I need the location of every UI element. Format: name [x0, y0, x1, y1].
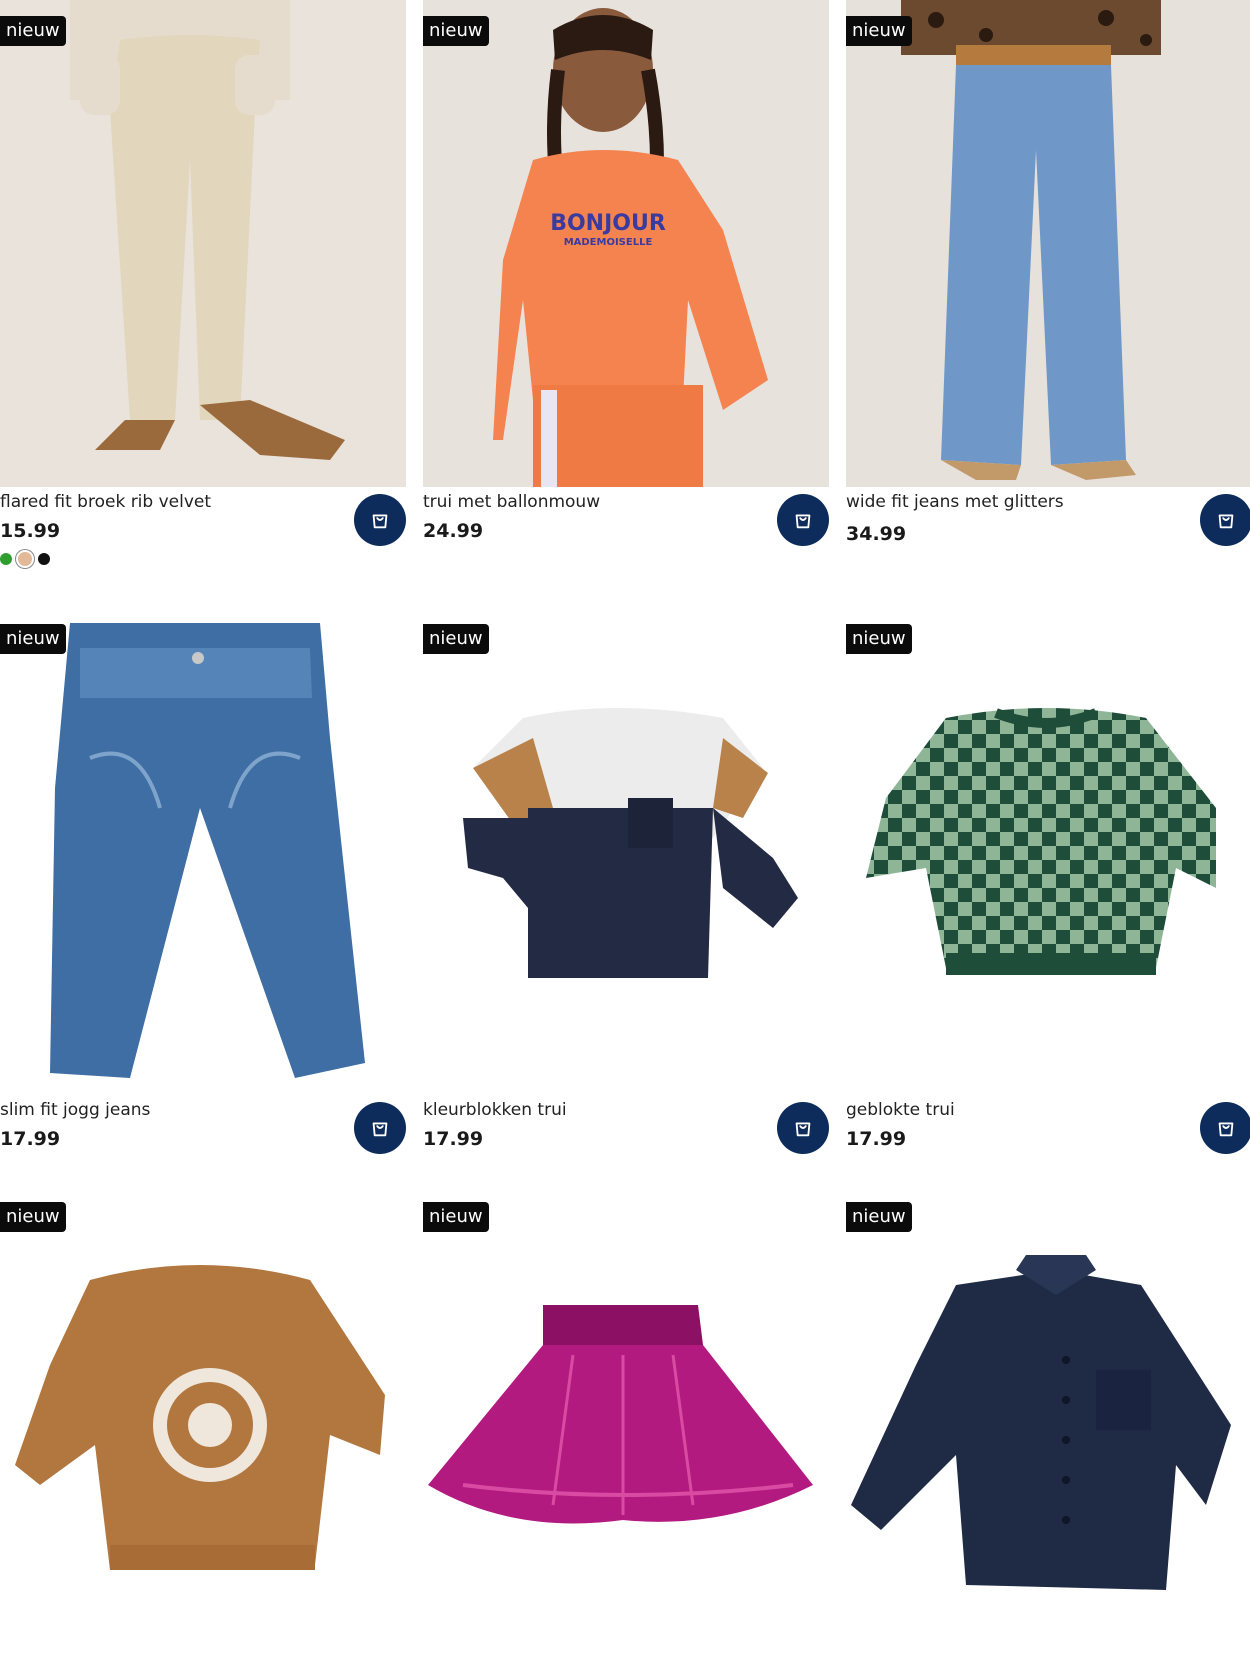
- new-badge: nieuw: [0, 624, 66, 654]
- product-image[interactable]: BONJOUR MADEMOISELLE nieuw: [423, 0, 829, 487]
- product-image[interactable]: nieuw: [846, 1185, 1250, 1665]
- product-image[interactable]: nieuw: [0, 1185, 406, 1665]
- product-image[interactable]: nieuw: [846, 0, 1250, 487]
- product-name[interactable]: flared fit broek rib velvet: [0, 491, 211, 513]
- product-price: 17.99: [0, 1128, 61, 1150]
- product-price: 24.99: [423, 520, 484, 542]
- color-swatches: [0, 552, 50, 566]
- new-badge: nieuw: [423, 624, 489, 654]
- product-image[interactable]: nieuw: [423, 608, 829, 1095]
- product-price: 17.99: [423, 1128, 484, 1150]
- sweater-print-line-1: BONJOUR: [550, 211, 666, 236]
- shopping-bag-icon: [1218, 1122, 1234, 1137]
- product-image[interactable]: nieuw: [0, 0, 406, 487]
- product-name[interactable]: wide fit jeans met glitters: [846, 491, 1064, 513]
- product-price: 34.99: [846, 523, 907, 545]
- new-badge: nieuw: [0, 1202, 66, 1232]
- add-to-cart-button[interactable]: [1200, 1102, 1250, 1154]
- new-badge: nieuw: [423, 16, 489, 46]
- shopping-bag-icon: [795, 1122, 811, 1137]
- new-badge: nieuw: [423, 1202, 489, 1232]
- shopping-bag-icon: [372, 514, 388, 529]
- new-badge: nieuw: [846, 624, 912, 654]
- shopping-bag-icon: [795, 514, 811, 529]
- product-name[interactable]: slim fit jogg jeans: [0, 1099, 150, 1121]
- new-badge: nieuw: [846, 16, 912, 46]
- shopping-bag-icon: [1218, 514, 1234, 529]
- add-to-cart-button[interactable]: [354, 1102, 406, 1154]
- color-swatch-beige[interactable]: [18, 552, 32, 566]
- shopping-bag-icon: [372, 1122, 388, 1137]
- product-name[interactable]: kleurblokken trui: [423, 1099, 567, 1121]
- add-to-cart-button[interactable]: [1200, 494, 1250, 546]
- new-badge: nieuw: [0, 16, 66, 46]
- color-swatch-black[interactable]: [38, 553, 50, 565]
- product-image[interactable]: nieuw: [0, 608, 406, 1095]
- product-name[interactable]: geblokte trui: [846, 1099, 955, 1121]
- add-to-cart-button[interactable]: [777, 1102, 829, 1154]
- add-to-cart-button[interactable]: [777, 494, 829, 546]
- product-name[interactable]: trui met ballonmouw: [423, 491, 600, 513]
- color-swatch-green[interactable]: [0, 553, 12, 565]
- product-price: 17.99: [846, 1128, 907, 1150]
- product-image[interactable]: nieuw: [423, 1185, 829, 1665]
- add-to-cart-button[interactable]: [354, 494, 406, 546]
- new-badge: nieuw: [846, 1202, 912, 1232]
- sweater-print-line-2: MADEMOISELLE: [564, 237, 653, 248]
- product-image[interactable]: nieuw: [846, 608, 1250, 1095]
- product-price: 15.99: [0, 520, 61, 542]
